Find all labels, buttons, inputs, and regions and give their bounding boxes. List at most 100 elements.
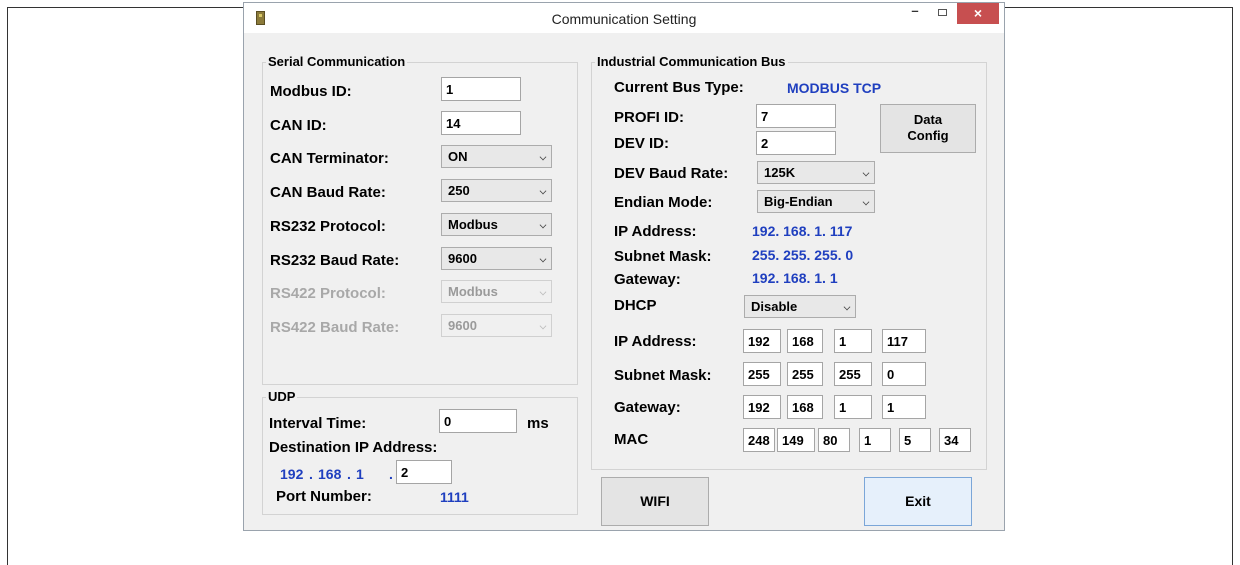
gateway-octet-4-input[interactable]: 1 — [882, 395, 926, 419]
mac-octet-5-input[interactable]: 5 — [899, 428, 931, 452]
port-number-value: 1111 — [440, 489, 469, 505]
ip-address-display-label: IP Address: — [614, 223, 697, 240]
rs232-protocol-select[interactable]: Modbus — [441, 213, 552, 236]
bus-group-title: Industrial Communication Bus — [595, 54, 788, 70]
communication-setting-window: Communication Setting – × Serial Communi… — [243, 2, 1005, 531]
mac-octet-6-input[interactable]: 34 — [939, 428, 971, 452]
profi-id-label: PROFI ID: — [614, 109, 684, 126]
subnet-mask-display-value: 255. 255. 255. 0 — [752, 247, 854, 263]
maximize-button[interactable] — [929, 3, 955, 24]
rs232-baud-value: 9600 — [448, 251, 477, 266]
subnet-mask-label: Subnet Mask: — [614, 367, 712, 384]
dest-ip-dot: . — [309, 466, 313, 482]
data-config-button[interactable]: Data Config — [880, 104, 976, 153]
current-bus-type-value: MODBUS TCP — [787, 80, 882, 96]
profi-id-input[interactable]: 7 — [756, 104, 836, 128]
dev-baud-label: DEV Baud Rate: — [614, 165, 729, 182]
mask-octet-3-input[interactable]: 255 — [834, 362, 872, 386]
minimize-button[interactable]: – — [902, 3, 928, 24]
current-bus-type-label: Current Bus Type: — [614, 79, 744, 96]
rs422-baud-value: 9600 — [448, 318, 477, 333]
ip-address-label: IP Address: — [614, 333, 697, 350]
ip-address-display-value: 192. 168. 1. 117 — [752, 223, 853, 239]
mac-octet-3-input[interactable]: 80 — [818, 428, 850, 452]
chevron-down-icon — [539, 322, 547, 330]
mask-octet-1-input[interactable]: 255 — [743, 362, 781, 386]
gateway-label: Gateway: — [614, 399, 681, 416]
ip-octet-3-input[interactable]: 1 — [834, 329, 872, 353]
can-terminator-value: ON — [448, 149, 468, 164]
can-terminator-select[interactable]: ON — [441, 145, 552, 168]
ip-octet-1-input[interactable]: 192 — [743, 329, 781, 353]
window-title: Communication Setting — [551, 11, 697, 27]
rs422-protocol-select[interactable]: Modbus — [441, 280, 552, 303]
gateway-display-value: 192. 168. 1. 1 — [752, 270, 838, 286]
ip-octet-4-input[interactable]: 117 — [882, 329, 926, 353]
can-baud-value: 250 — [448, 183, 470, 198]
exit-button[interactable]: Exit — [864, 477, 972, 526]
mac-octet-4-input[interactable]: 1 — [859, 428, 891, 452]
can-id-label: CAN ID: — [270, 117, 327, 134]
mac-octet-2-input[interactable]: 149 — [777, 428, 815, 452]
ip-octet-2-input[interactable]: 168 — [787, 329, 823, 353]
mask-octet-4-input[interactable]: 0 — [882, 362, 926, 386]
dhcp-value: Disable — [751, 299, 798, 314]
dest-ip-octet-3: 1 — [356, 466, 364, 482]
rs422-baud-label: RS422 Baud Rate: — [270, 319, 400, 336]
dhcp-select[interactable]: Disable — [744, 295, 856, 318]
data-config-line2: Config — [907, 128, 949, 143]
chevron-down-icon — [539, 255, 547, 263]
can-baud-select[interactable]: 250 — [441, 179, 552, 202]
rs422-protocol-label: RS422 Protocol: — [270, 285, 386, 302]
serial-group-title: Serial Communication — [266, 54, 408, 70]
gateway-display-label: Gateway: — [614, 271, 681, 288]
dest-ip-octet-1: 192 — [280, 466, 304, 482]
dev-baud-value: 125K — [764, 165, 796, 180]
destination-ip-label: Destination IP Address: — [269, 439, 438, 456]
chevron-down-icon — [539, 288, 547, 296]
port-number-label: Port Number: — [276, 488, 372, 505]
close-button[interactable]: × — [957, 3, 999, 24]
rs232-protocol-label: RS232 Protocol: — [270, 218, 386, 235]
can-id-input[interactable]: 14 — [441, 111, 521, 135]
modbus-id-input[interactable]: 1 — [441, 77, 521, 101]
gateway-octet-1-input[interactable]: 192 — [743, 395, 781, 419]
dest-ip-octet-4-input[interactable]: 2 — [396, 460, 452, 484]
wifi-button[interactable]: WIFI — [601, 477, 709, 526]
title-bar: Communication Setting – × — [244, 3, 1004, 33]
endian-mode-label: Endian Mode: — [614, 194, 713, 211]
can-baud-label: CAN Baud Rate: — [270, 184, 386, 201]
dev-baud-select[interactable]: 125K — [757, 161, 875, 184]
gateway-octet-3-input[interactable]: 1 — [834, 395, 872, 419]
interval-time-input[interactable]: 0 — [439, 409, 517, 433]
chevron-down-icon — [843, 303, 851, 311]
dev-id-input[interactable]: 2 — [756, 131, 836, 155]
rs232-baud-label: RS232 Baud Rate: — [270, 252, 400, 269]
chevron-down-icon — [862, 198, 870, 206]
mac-label: MAC — [614, 431, 649, 448]
mask-octet-2-input[interactable]: 255 — [787, 362, 823, 386]
endian-mode-select[interactable]: Big-Endian — [757, 190, 875, 213]
rs232-protocol-value: Modbus — [448, 217, 498, 232]
rs422-protocol-value: Modbus — [448, 284, 498, 299]
can-terminator-label: CAN Terminator: — [270, 150, 389, 167]
endian-mode-value: Big-Endian — [764, 194, 833, 209]
chevron-down-icon — [539, 153, 547, 161]
interval-unit: ms — [527, 415, 549, 432]
chevron-down-icon — [539, 221, 547, 229]
rs422-baud-select[interactable]: 9600 — [441, 314, 552, 337]
dest-ip-dot: . — [389, 466, 393, 482]
chevron-down-icon — [862, 169, 870, 177]
mac-octet-1-input[interactable]: 248 — [743, 428, 775, 452]
data-config-line1: Data — [913, 112, 943, 127]
dest-ip-dot: . — [347, 466, 351, 482]
chevron-down-icon — [539, 187, 547, 195]
dev-id-label: DEV ID: — [614, 135, 670, 152]
dest-ip-octet-2: 168 — [318, 466, 342, 482]
rs232-baud-select[interactable]: 9600 — [441, 247, 552, 270]
interval-time-label: Interval Time: — [269, 415, 367, 432]
gateway-octet-2-input[interactable]: 168 — [787, 395, 823, 419]
dhcp-label: DHCP — [614, 297, 657, 314]
subnet-mask-display-label: Subnet Mask: — [614, 248, 712, 265]
maximize-icon — [937, 9, 947, 16]
